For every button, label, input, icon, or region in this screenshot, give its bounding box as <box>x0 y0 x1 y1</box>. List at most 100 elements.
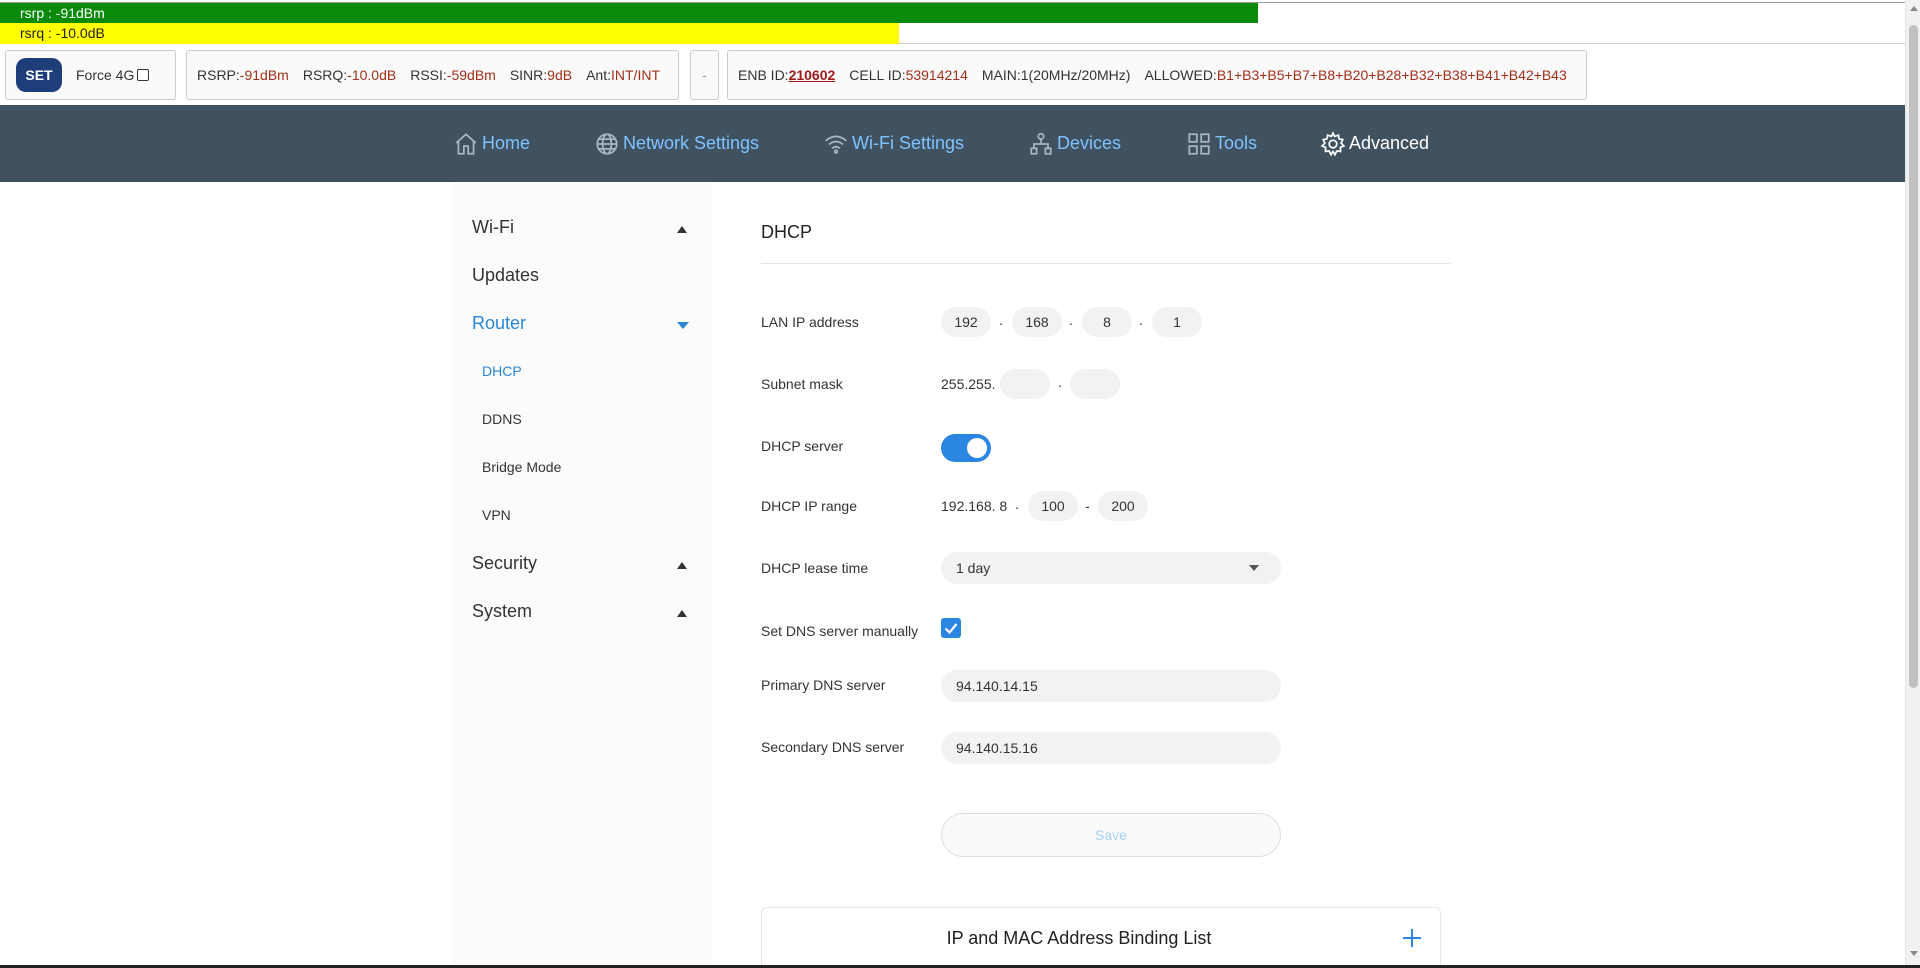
scrollbar-thumb[interactable] <box>1909 25 1918 688</box>
page-title: DHCP <box>761 222 813 242</box>
page-scrollbar[interactable] <box>1905 0 1920 968</box>
ip-dot: . <box>1139 312 1143 328</box>
metric-rssi: RSSI:-59dBm <box>410 67 496 83</box>
main-band: MAIN:1(20MHz/20MHz) <box>981 67 1131 83</box>
binding-list-title: IP and MAC Address Binding List <box>946 928 1212 948</box>
cell-id: CELL ID:53914214 <box>849 67 968 83</box>
sidebar-subitem-bridge-mode[interactable]: Bridge Mode <box>482 459 561 475</box>
lease-time-label: DHCP lease time <box>761 560 869 576</box>
sidebar-subitem-dhcp[interactable]: DHCP <box>482 363 522 379</box>
rsrq-signal-bar: rsrq : -10.0dB <box>0 23 1920 44</box>
metrics-box: RSRP:-91dBm RSRQ:-10.0dB RSSI:-59dBm SIN… <box>186 50 679 100</box>
main-navigation: Home Network Settings Wi-Fi Settings Dev… <box>0 105 1905 182</box>
subnet-octet-3[interactable] <box>1000 369 1050 399</box>
primary-dns-label: Primary DNS server <box>761 677 886 693</box>
metric-sinr: SINR:9dB <box>509 67 573 83</box>
dhcp-server-toggle[interactable] <box>941 434 991 462</box>
lan-ip-octet-4[interactable]: 1 <box>1152 307 1202 337</box>
collapse-arrow-icon[interactable] <box>677 226 687 233</box>
lease-time-select[interactable]: 1 day <box>941 552 1281 584</box>
lan-ip-octet-1[interactable]: 192 <box>941 307 991 337</box>
sidebar-subitem-ddns[interactable]: DDNS <box>482 411 522 427</box>
sidebar-item-system[interactable]: System <box>472 601 532 622</box>
nav-devices-label: Devices <box>1057 133 1122 153</box>
nav-tools[interactable]: Tools <box>1186 105 1257 182</box>
subnet-prefix: 255.255. <box>941 376 996 392</box>
gear-icon <box>1320 130 1346 156</box>
nav-home[interactable]: Home <box>453 105 530 182</box>
metric-rsrp: RSRP:-91dBm <box>197 67 289 83</box>
subnet-mask-label: Subnet mask <box>761 376 843 392</box>
dhcp-range-prefix: 192.168. 8 <box>941 498 1008 514</box>
dhcp-range-start[interactable]: 100 <box>1028 491 1078 521</box>
signal-info-strip: SET Force 4G RSRP:-91dBm RSRQ:-10.0dB RS… <box>0 50 1905 100</box>
globe-icon <box>596 132 618 155</box>
metric-ant: Ant:INT/INT <box>586 67 660 83</box>
nav-network-label: Network Settings <box>623 133 760 153</box>
metric-rsrq: RSRQ:-10.0dB <box>302 67 397 83</box>
scroll-up-icon[interactable] <box>1910 6 1918 11</box>
nav-advanced[interactable]: Advanced <box>1320 105 1429 182</box>
rsrp-signal-bar: rsrp : -91dBm <box>0 2 1920 24</box>
dash-box[interactable]: - <box>690 50 719 100</box>
sidebar-subitem-vpn[interactable]: VPN <box>482 507 511 523</box>
settings-sidebar: Wi-Fi Updates Router DHCP DDNS Bridge Mo… <box>452 182 712 968</box>
rsrp-bar-label: rsrp : -91dBm <box>20 5 105 21</box>
dhcp-range-end[interactable]: 200 <box>1098 491 1148 521</box>
set-button[interactable]: SET <box>16 58 62 92</box>
sidebar-item-updates[interactable]: Updates <box>472 265 539 286</box>
nav-network-settings[interactable]: Network Settings <box>594 105 759 182</box>
nav-devices[interactable]: Devices <box>1028 105 1121 182</box>
rsrp-bar-fill <box>0 3 1258 24</box>
ip-dot: . <box>1069 312 1073 328</box>
enb-id: ENB ID:210602 <box>738 67 836 83</box>
ip-dot: . <box>1058 374 1062 390</box>
lan-ip-octet-2[interactable]: 168 <box>1012 307 1062 337</box>
lease-time-value: 1 day <box>956 560 991 576</box>
primary-dns-input[interactable] <box>941 670 1281 702</box>
save-button[interactable]: Save <box>941 813 1281 857</box>
sidebar-item-router[interactable]: Router <box>472 313 526 334</box>
dns-manual-checkbox[interactable] <box>941 618 961 638</box>
force-4g-label: Force 4G <box>76 67 135 83</box>
sidebar-item-security[interactable]: Security <box>472 553 537 574</box>
toggle-knob <box>967 438 987 458</box>
scroll-down-icon[interactable] <box>1910 951 1918 956</box>
nav-advanced-label: Advanced <box>1349 133 1430 153</box>
title-divider <box>761 263 1451 264</box>
ip-dot: . <box>999 312 1003 328</box>
lan-ip-octet-3[interactable]: 8 <box>1082 307 1132 337</box>
secondary-dns-input[interactable] <box>941 732 1281 764</box>
add-plus-icon[interactable] <box>1400 926 1424 950</box>
set-box: SET Force 4G <box>5 50 176 100</box>
allowed-bands: ALLOWED:B1+B3+B5+B7+B8+B20+B28+B32+B38+B… <box>1144 67 1567 83</box>
collapse-arrow-icon[interactable] <box>677 610 687 617</box>
nav-tools-label: Tools <box>1215 133 1258 153</box>
dhcp-range-label: DHCP IP range <box>761 498 857 514</box>
wifi-icon <box>825 135 847 154</box>
rsrq-bar-label: rsrq : -10.0dB <box>20 25 105 41</box>
checkmark-icon <box>944 623 958 635</box>
secondary-dns-label: Secondary DNS server <box>761 739 905 755</box>
cell-info-box: ENB ID:210602 CELL ID:53914214 MAIN:1(20… <box>727 50 1587 100</box>
rsrq-bar-fill <box>0 23 899 44</box>
subnet-octet-4[interactable] <box>1070 369 1120 399</box>
sidebar-item-wifi[interactable]: Wi-Fi <box>472 217 514 238</box>
nav-wifi-label: Wi-Fi Settings <box>852 133 965 153</box>
force-4g-checkbox[interactable] <box>137 69 150 81</box>
ip-dot: . <box>1015 496 1019 512</box>
nav-wifi-settings[interactable]: Wi-Fi Settings <box>823 105 964 182</box>
devices-icon <box>1030 132 1052 155</box>
dhcp-settings-panel: DHCP LAN IP address 192 . 168 . 8 . 1 Su… <box>712 182 1905 968</box>
enb-id-link[interactable]: 210602 <box>789 67 836 83</box>
tools-grid-icon <box>1188 132 1210 155</box>
range-dash: - <box>1085 498 1090 514</box>
expand-arrow-icon[interactable] <box>677 322 689 329</box>
nav-home-label: Home <box>482 133 531 153</box>
ip-mac-binding-card: IP and MAC Address Binding List <box>761 907 1441 968</box>
home-icon <box>455 132 477 155</box>
dhcp-server-label: DHCP server <box>761 438 844 454</box>
dropdown-caret-icon <box>1249 565 1259 571</box>
dns-manual-label: Set DNS server manually <box>761 623 919 639</box>
collapse-arrow-icon[interactable] <box>677 562 687 569</box>
